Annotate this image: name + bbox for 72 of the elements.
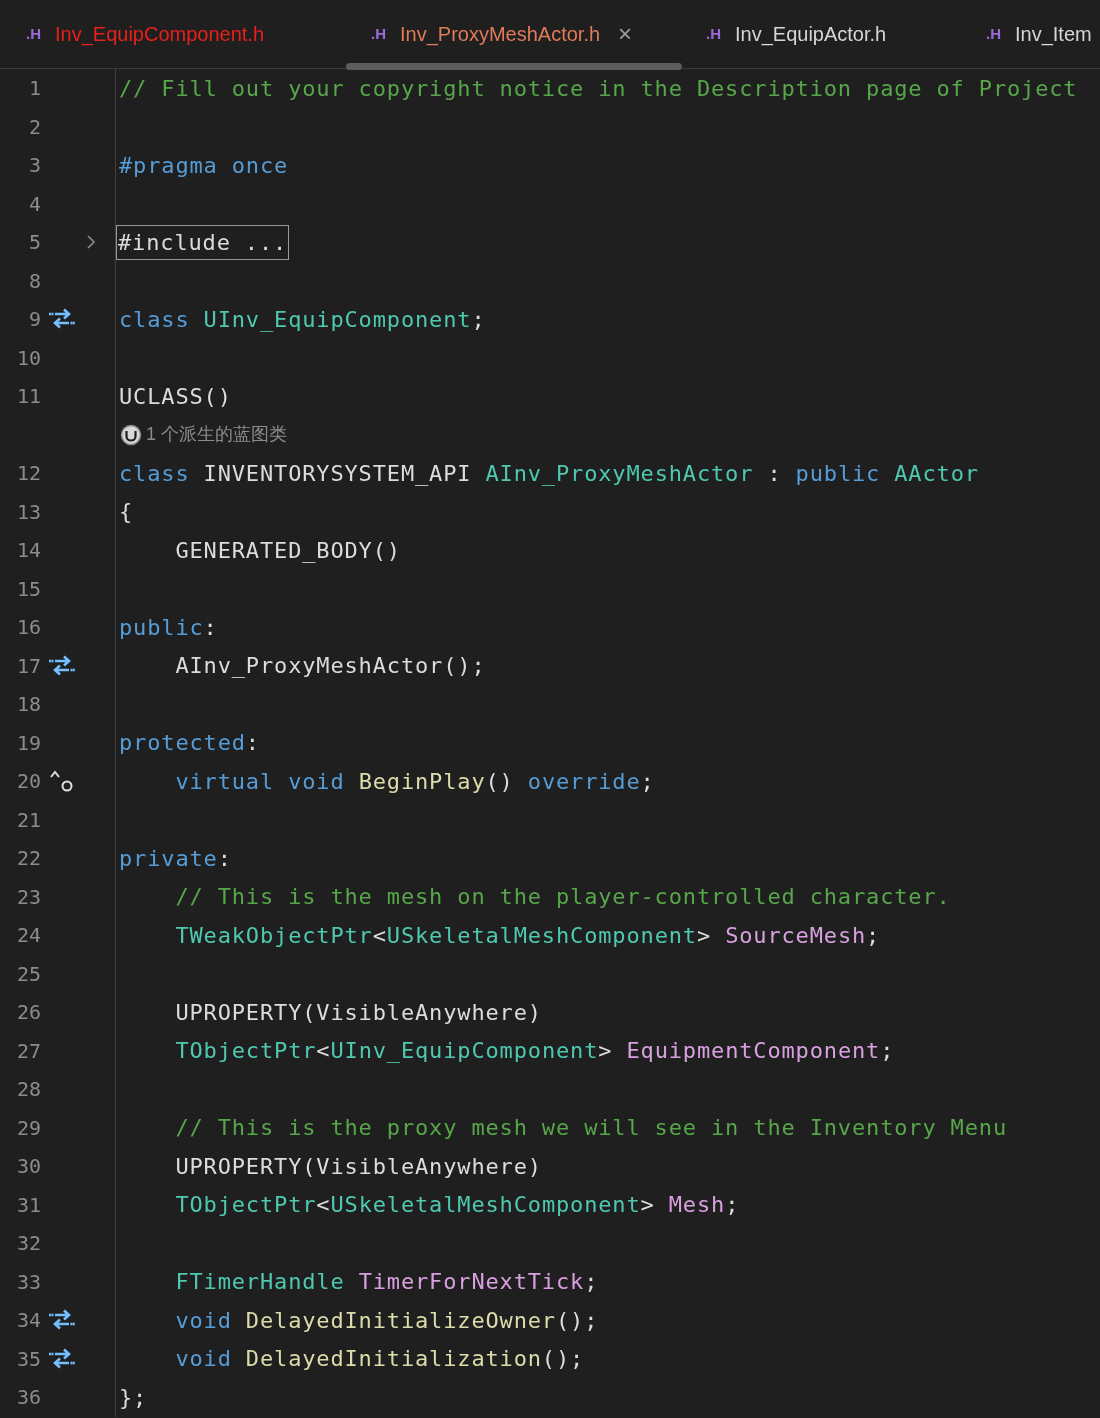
line-number: 32	[15, 1230, 41, 1258]
line-number: 12	[15, 460, 41, 488]
line-number: 4	[27, 190, 41, 218]
unreal-logo-icon	[120, 423, 142, 446]
tab[interactable]: .H Inv_EquipComponent.h	[0, 0, 345, 68]
code-line: TObjectPtr<UInv_EquipComponent> EquipmentComponent;	[174, 1037, 895, 1066]
code-line: GENERATED_BODY()	[174, 536, 401, 565]
caret-circle-icon[interactable]	[49, 769, 75, 794]
line-number: 19	[15, 729, 41, 757]
scrollbar-thumb[interactable]	[346, 63, 682, 70]
line-number: 18	[15, 691, 41, 719]
code-line: UCLASS()	[118, 382, 232, 411]
line-number: 24	[15, 922, 41, 950]
code-line: class UInv_EquipComponent;	[118, 305, 486, 334]
code-line: // This is the mesh on the player-controlled character.	[174, 883, 951, 912]
code-line: class INVENTORYSYSTEM_API AInv_ProxyMeshActor : public AActor	[118, 459, 979, 488]
code-line: TWeakObjectPtr<USkeletalMeshComponent> SourceMesh;	[174, 921, 881, 950]
swap-arrows-icon[interactable]	[49, 654, 75, 677]
code-line: virtual void BeginPlay() override;	[174, 767, 655, 796]
code-line: void DelayedInitialization();	[174, 1345, 585, 1374]
code-line: UPROPERTY(VisibleAnywhere)	[174, 1152, 542, 1181]
tab[interactable]: .H Inv_ProxyMeshActor.h ×	[345, 0, 680, 68]
line-number: 9	[27, 306, 41, 334]
line-number: 36	[15, 1384, 41, 1412]
code-line: // This is the proxy mesh we will see in the Inventory Menu	[174, 1114, 1007, 1143]
code-line: private:	[118, 844, 232, 873]
code-line: #pragma once	[118, 151, 289, 180]
line-number: 26	[15, 999, 41, 1027]
line-number: 2	[27, 113, 41, 141]
code-line: FTimerHandle TimerForNextTick;	[174, 1268, 599, 1297]
code-line: void DelayedInitializeOwner();	[174, 1306, 599, 1335]
line-number: 21	[15, 806, 41, 834]
swap-arrows-icon[interactable]	[49, 1309, 75, 1332]
line-number: 10	[15, 344, 41, 372]
code-line: AInv_ProxyMeshActor();	[174, 652, 486, 681]
line-number: 27	[15, 1037, 41, 1065]
line-number: 13	[15, 498, 41, 526]
tab[interactable]: .H Inv_Item	[960, 0, 1100, 68]
code-line: {	[118, 498, 134, 527]
line-number: 20	[15, 768, 41, 796]
tab[interactable]: .H Inv_EquipActor.h	[680, 0, 960, 68]
collapsed-code[interactable]: #include ...	[116, 224, 290, 260]
line-number: 25	[15, 960, 41, 988]
line-number: 30	[15, 1153, 41, 1181]
line-number: 22	[15, 845, 41, 873]
line-number: 28	[15, 1076, 41, 1104]
close-button[interactable]: ×	[614, 22, 637, 46]
line-number: 14	[15, 537, 41, 565]
line-number: 3	[27, 152, 41, 180]
line-number: 1	[27, 75, 41, 103]
line-number: 16	[15, 614, 41, 642]
line-number: 23	[15, 883, 41, 911]
code-line: TObjectPtr<USkeletalMeshComponent> Mesh;	[174, 1191, 740, 1220]
line-number: 17	[15, 652, 41, 680]
swap-arrows-icon[interactable]	[49, 308, 75, 331]
expand-chevron-icon[interactable]	[85, 234, 97, 251]
line-number: 34	[15, 1307, 41, 1335]
swap-arrows-icon[interactable]	[49, 1347, 75, 1370]
line-number: 33	[15, 1268, 41, 1296]
code-line: // Fill out your copyright notice in the Description page of Project	[118, 74, 1078, 103]
code-line: };	[118, 1383, 148, 1412]
line-number: 15	[15, 575, 41, 603]
line-number: 8	[27, 267, 41, 295]
line-number: 35	[15, 1345, 41, 1373]
code-line: UPROPERTY(VisibleAnywhere)	[174, 998, 542, 1027]
line-number: 11	[15, 383, 41, 411]
code-line: protected:	[118, 729, 260, 758]
line-number: 5	[27, 229, 41, 257]
hint-text[interactable]: 1 个派生的蓝图类	[146, 421, 287, 449]
line-number: 29	[15, 1114, 41, 1142]
code-line: public:	[118, 613, 218, 642]
line-number: 31	[15, 1191, 41, 1219]
